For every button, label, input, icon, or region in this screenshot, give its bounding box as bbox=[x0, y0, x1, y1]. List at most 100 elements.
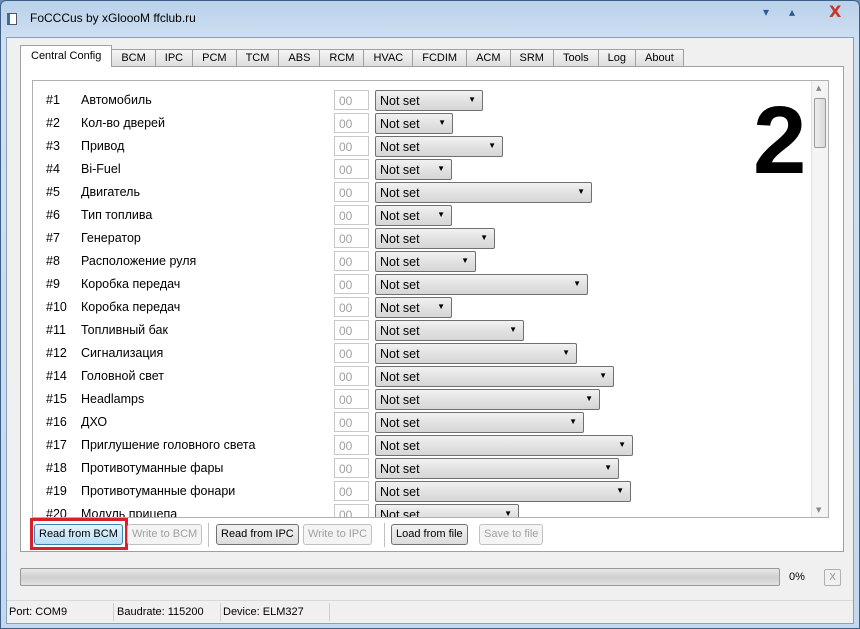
value-dropdown[interactable]: Not set ▼ bbox=[375, 90, 483, 111]
read-from-ipc-button[interactable]: Read from IPC bbox=[216, 524, 299, 545]
hex-value-field[interactable]: 00 bbox=[334, 320, 369, 340]
hex-value-field[interactable]: 00 bbox=[334, 228, 369, 248]
config-row: #11 Топливный бак 00 Not set ▼ bbox=[33, 320, 803, 341]
tab-bcm[interactable]: BCM bbox=[111, 49, 156, 67]
config-list: #20 Модуль прицепа 00 Not set ▼ #19 Против… bbox=[32, 80, 829, 518]
dropdown-value: Not set bbox=[380, 347, 420, 361]
value-dropdown[interactable]: Not set ▼ bbox=[375, 297, 452, 318]
value-dropdown[interactable]: Not set ▼ bbox=[375, 251, 476, 272]
dropdown-value: Not set bbox=[380, 186, 420, 200]
dropdown-value: Not set bbox=[380, 370, 420, 384]
dropdown-value: Not set bbox=[380, 209, 420, 223]
chevron-down-icon: ▼ bbox=[504, 509, 512, 518]
hex-value-field[interactable]: 00 bbox=[334, 366, 369, 386]
tab-tools[interactable]: Tools bbox=[552, 49, 599, 67]
value-dropdown[interactable]: Not set ▼ bbox=[375, 481, 631, 502]
chevron-down-icon: ▼ bbox=[480, 233, 488, 242]
row-label: Коробка передач bbox=[81, 300, 181, 314]
hex-value-field[interactable]: 00 bbox=[334, 90, 369, 110]
scroll-down-icon[interactable]: ▼ bbox=[816, 506, 821, 514]
row-label: Противотуманные фонари bbox=[81, 484, 236, 498]
hex-value-field[interactable]: 00 bbox=[334, 159, 369, 179]
tab-abs[interactable]: ABS bbox=[278, 49, 321, 67]
maximize-icon[interactable]: ▴ bbox=[789, 5, 795, 19]
row-label: Головной свет bbox=[81, 369, 164, 383]
hex-value-field[interactable]: 00 bbox=[334, 182, 369, 202]
value-dropdown[interactable]: Not set ▼ bbox=[375, 412, 584, 433]
value-dropdown[interactable]: Not set ▼ bbox=[375, 389, 600, 410]
tab-fcdim[interactable]: FCDIM bbox=[412, 49, 468, 67]
dropdown-value: Not set bbox=[380, 508, 420, 518]
value-dropdown[interactable]: Not set ▼ bbox=[375, 136, 503, 157]
cancel-button[interactable]: X bbox=[824, 569, 841, 586]
row-number: #15 bbox=[46, 392, 67, 406]
row-number: #1 bbox=[46, 93, 60, 107]
hex-value-field[interactable]: 00 bbox=[334, 251, 369, 271]
row-label: Headlamps bbox=[81, 392, 145, 406]
row-label: Тип топлива bbox=[81, 208, 153, 222]
config-row: #2 Кол-во дверей 00 Not set ▼ bbox=[33, 113, 803, 134]
progress-label: 0% bbox=[789, 571, 805, 583]
tab-hvac[interactable]: HVAC bbox=[363, 49, 414, 67]
row-number: #17 bbox=[46, 438, 67, 452]
scroll-thumb[interactable] bbox=[814, 98, 826, 148]
value-dropdown[interactable]: Not set ▼ bbox=[375, 159, 452, 180]
row-label: Двигатель bbox=[81, 185, 140, 199]
row-label: Противотуманные фары bbox=[81, 461, 224, 475]
value-dropdown[interactable]: Not set ▼ bbox=[375, 366, 614, 387]
tab-log[interactable]: Log bbox=[597, 49, 637, 67]
read-from-bcm-button[interactable]: Read from BCM bbox=[34, 524, 123, 545]
hex-value-field[interactable]: 00 bbox=[334, 113, 369, 133]
hex-value-field[interactable]: 00 bbox=[334, 274, 369, 294]
row-number: #11 bbox=[46, 323, 66, 337]
row-label: Топливный бак bbox=[81, 323, 168, 337]
row-number: #2 bbox=[46, 116, 60, 130]
scroll-up-icon[interactable]: ▲ bbox=[816, 84, 821, 92]
write-to-ipc-button[interactable]: Write to IPC bbox=[303, 524, 373, 545]
config-row: #19 Противотуманные фонари 00 Not set ▼ bbox=[33, 481, 803, 502]
hex-value-field[interactable]: 00 bbox=[334, 435, 369, 455]
value-dropdown[interactable]: Not set ▼ bbox=[375, 343, 577, 364]
tab-srm[interactable]: SRM bbox=[509, 49, 554, 67]
dropdown-value: Not set bbox=[380, 232, 420, 246]
status-device: Device: ELM327 bbox=[223, 606, 304, 618]
hex-value-field[interactable]: 00 bbox=[334, 343, 369, 363]
value-dropdown[interactable]: Not set ▼ bbox=[375, 113, 453, 134]
value-dropdown[interactable]: Not set ▼ bbox=[375, 320, 524, 341]
minimize-icon[interactable]: ▾ bbox=[763, 5, 769, 19]
row-number: #6 bbox=[46, 208, 60, 222]
load-from-file-button[interactable]: Load from file bbox=[391, 524, 468, 545]
row-number: #12 bbox=[46, 346, 67, 360]
tab-tcm[interactable]: TCM bbox=[235, 49, 280, 67]
tab-about[interactable]: About bbox=[635, 49, 684, 67]
hex-value-field[interactable]: 00 bbox=[334, 481, 369, 501]
hex-value-field[interactable]: 00 bbox=[334, 205, 369, 225]
write-to-bcm-button[interactable]: Write to BCM bbox=[127, 524, 203, 545]
value-dropdown[interactable]: Not set ▼ bbox=[375, 228, 495, 249]
tab-pcm[interactable]: PCM bbox=[192, 49, 237, 67]
tab-rcm[interactable]: RCM bbox=[319, 49, 365, 67]
hex-value-field[interactable]: 00 bbox=[334, 504, 369, 517]
value-dropdown[interactable]: Not set ▼ bbox=[375, 205, 452, 226]
save-to-file-button[interactable]: Save to file bbox=[479, 524, 544, 545]
config-row: #20 Модуль прицепа 00 Not set ▼ bbox=[33, 504, 803, 518]
dropdown-value: Not set bbox=[380, 140, 420, 154]
hex-value-field[interactable]: 00 bbox=[334, 136, 369, 156]
chevron-down-icon: ▼ bbox=[599, 371, 607, 380]
value-dropdown[interactable]: Not set ▼ bbox=[375, 504, 519, 518]
value-dropdown[interactable]: Not set ▼ bbox=[375, 274, 588, 295]
row-label: Привод bbox=[81, 139, 125, 153]
vertical-scrollbar[interactable]: ▲ ▼ bbox=[811, 81, 828, 517]
hex-value-field[interactable]: 00 bbox=[334, 412, 369, 432]
tab-central-config[interactable]: Central Config bbox=[20, 45, 113, 67]
value-dropdown[interactable]: Not set ▼ bbox=[375, 435, 633, 456]
tab-acm[interactable]: ACM bbox=[466, 49, 511, 67]
tab-ipc[interactable]: IPC bbox=[154, 49, 194, 67]
chevron-down-icon: ▼ bbox=[437, 164, 445, 173]
value-dropdown[interactable]: Not set ▼ bbox=[375, 182, 592, 203]
hex-value-field[interactable]: 00 bbox=[334, 297, 369, 317]
hex-value-field[interactable]: 00 bbox=[334, 458, 369, 478]
hex-value-field[interactable]: 00 bbox=[334, 389, 369, 409]
value-dropdown[interactable]: Not set ▼ bbox=[375, 458, 619, 479]
close-icon[interactable]: X bbox=[829, 2, 841, 21]
